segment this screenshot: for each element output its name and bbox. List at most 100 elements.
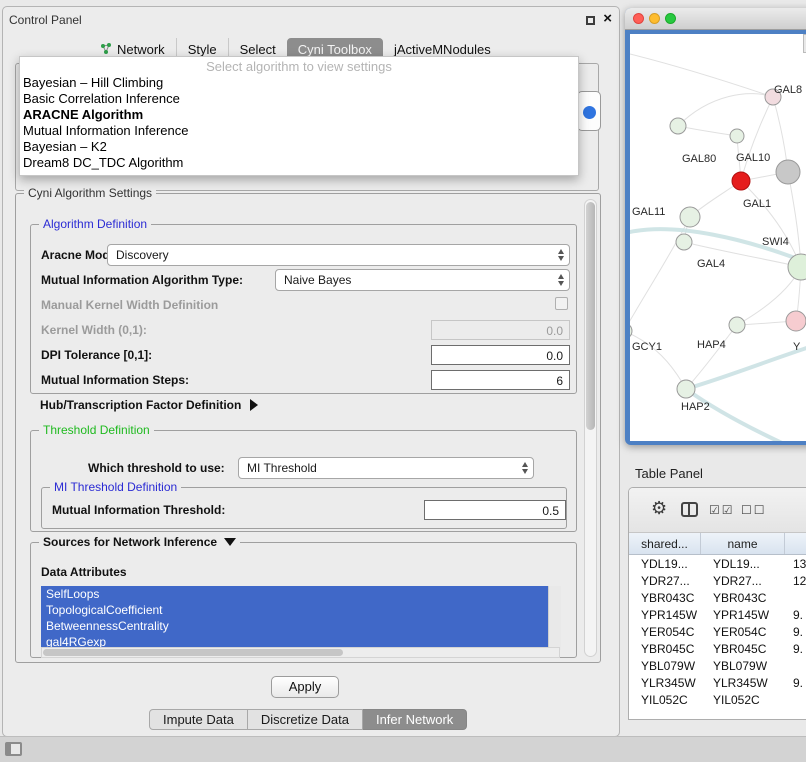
- algorithm-help-button[interactable]: [577, 91, 601, 131]
- network-node-selected[interactable]: [732, 172, 750, 190]
- node-label: GAL8: [774, 84, 802, 96]
- algorithm-option[interactable]: Bayesian – Hill Climbing: [20, 75, 578, 91]
- algorithm-option[interactable]: Bayesian – K2: [20, 139, 578, 155]
- float-panel-icon[interactable]: [586, 16, 595, 25]
- attributes-vertical-scrollbar[interactable]: [548, 586, 561, 650]
- network-node[interactable]: [630, 323, 632, 339]
- network-node[interactable]: [776, 160, 800, 184]
- table-body: YDL19... YDL19... 13 YDR27... YDR27... 1…: [629, 555, 806, 708]
- aracne-mode-select[interactable]: Discovery: [107, 244, 570, 266]
- cyni-algorithm-settings-group: Cyni Algorithm Settings Algorithm Defini…: [15, 193, 601, 663]
- network-node[interactable]: [677, 380, 695, 398]
- attribute-item-selected[interactable]: BetweennessCentrality: [41, 618, 548, 634]
- control-panel-window: Control Panel × Network Style Select Cyn…: [2, 6, 620, 737]
- settings-group-title: Cyni Algorithm Settings: [24, 186, 156, 200]
- cell-shared: YPR145W: [629, 606, 701, 623]
- restore-panel-icon[interactable]: [5, 742, 22, 756]
- zoom-window-icon[interactable]: [665, 13, 676, 24]
- tab-discretize-data[interactable]: Discretize Data: [248, 709, 363, 730]
- mi-threshold-label: Mutual Information Threshold:: [52, 503, 225, 517]
- network-node[interactable]: [786, 311, 806, 331]
- tab-impute-data[interactable]: Impute Data: [149, 709, 248, 730]
- table-row[interactable]: YLR345W YLR345W 9.: [629, 674, 806, 691]
- combo-arrows-icon: [558, 274, 564, 286]
- column-header-shared[interactable]: shared...: [629, 533, 701, 554]
- sources-group: Sources for Network Inference Data Attri…: [30, 542, 577, 658]
- algorithm-option[interactable]: Mutual Information Inference: [20, 123, 578, 139]
- dpi-tolerance-input[interactable]: 0.0: [431, 345, 570, 365]
- algorithm-option-selected[interactable]: ARACNE Algorithm: [20, 107, 578, 123]
- mi-threshold-group: MI Threshold Definition Mutual Informati…: [41, 487, 567, 529]
- cell-value: 9.: [785, 674, 806, 691]
- close-panel-icon[interactable]: ×: [603, 10, 612, 27]
- network-node[interactable]: [730, 129, 744, 143]
- node-label: GAL1: [743, 198, 771, 210]
- cell-value: 9.: [785, 606, 806, 623]
- table-row[interactable]: YBL079W YBL079W: [629, 657, 806, 674]
- network-node[interactable]: [729, 317, 745, 333]
- column-header-name[interactable]: name: [701, 533, 785, 554]
- algorithm-definition-group: Algorithm Definition Aracne Mode: Discov…: [30, 224, 577, 394]
- cell-value: [785, 657, 806, 674]
- scrollbar-thumb[interactable]: [586, 202, 595, 430]
- cell-name: YBR043C: [701, 589, 785, 606]
- data-attributes-list: SelfLoops TopologicalCoefficient Between…: [41, 586, 561, 650]
- tab-label: Cyni Toolbox: [298, 42, 372, 57]
- cell-name: YBL079W: [701, 657, 785, 674]
- sources-group-title[interactable]: Sources for Network Inference: [39, 535, 240, 549]
- cell-shared: YDL19...: [629, 555, 701, 572]
- table-row[interactable]: YDL19... YDL19... 13: [629, 555, 806, 572]
- cell-shared: YBL079W: [629, 657, 701, 674]
- apply-button[interactable]: Apply: [271, 676, 339, 698]
- table-header: shared... name: [629, 533, 806, 555]
- combo-arrows-icon: [522, 462, 528, 474]
- scrollbar-thumb[interactable]: [43, 649, 343, 656]
- table-row[interactable]: YER054C YER054C 9.: [629, 623, 806, 640]
- settings-scrollbar[interactable]: [584, 199, 597, 657]
- minimize-window-icon[interactable]: [649, 13, 660, 24]
- cell-shared: YIL052C: [629, 691, 701, 708]
- cell-name: YIL052C: [701, 691, 785, 708]
- tab-label: Network: [117, 42, 165, 57]
- node-label: HAP4: [697, 339, 726, 351]
- collapse-arrow-icon[interactable]: [224, 538, 236, 546]
- gear-icon[interactable]: ⚙: [651, 498, 667, 519]
- mi-threshold-input[interactable]: 0.5: [424, 500, 566, 520]
- network-node[interactable]: [680, 207, 700, 227]
- node-label: HAP2: [681, 401, 710, 413]
- network-canvas[interactable]: GAL8 GAL80 GAL10 GAL1 GAL11 SWI4 GAL4 GC…: [630, 34, 806, 441]
- algorithm-option[interactable]: Dream8 DC_TDC Algorithm: [20, 155, 578, 171]
- attribute-item-selected[interactable]: SelfLoops: [41, 586, 548, 602]
- which-threshold-select[interactable]: MI Threshold: [238, 457, 534, 479]
- node-label: GAL11: [632, 206, 665, 218]
- table-row[interactable]: YBR043C YBR043C: [629, 589, 806, 606]
- network-window-titlebar[interactable]: [625, 8, 806, 30]
- close-window-icon[interactable]: [633, 13, 644, 24]
- hub-definition-section[interactable]: Hub/Transcription Factor Definition: [40, 398, 258, 412]
- deselect-all-icon[interactable]: ☐☐: [741, 503, 767, 517]
- network-node[interactable]: [670, 118, 686, 134]
- kernel-width-label: Kernel Width (0,1):: [41, 323, 147, 337]
- mi-algorithm-type-select[interactable]: Naive Bayes: [275, 269, 570, 291]
- attributes-horizontal-scrollbar[interactable]: [41, 647, 560, 658]
- columns-icon[interactable]: [681, 502, 698, 517]
- cell-name: YDR27...: [701, 572, 785, 589]
- column-header-3[interactable]: [785, 533, 806, 554]
- attribute-item-selected[interactable]: TopologicalCoefficient: [41, 602, 548, 618]
- network-node[interactable]: [676, 234, 692, 250]
- table-row[interactable]: YBR045C YBR045C 9.: [629, 640, 806, 657]
- tab-infer-network[interactable]: Infer Network: [363, 709, 467, 730]
- table-row[interactable]: YIL052C YIL052C: [629, 691, 806, 708]
- table-row[interactable]: YDR27... YDR27... 12: [629, 572, 806, 589]
- cell-shared: YBR045C: [629, 640, 701, 657]
- which-threshold-label: Which threshold to use:: [88, 461, 225, 475]
- manual-kernel-width-checkbox[interactable]: [555, 297, 568, 310]
- info-icon: [583, 106, 596, 119]
- mi-steps-input[interactable]: 6: [431, 370, 570, 390]
- algorithm-option[interactable]: Basic Correlation Inference: [20, 91, 578, 107]
- node-label: GAL10: [736, 152, 770, 164]
- table-row[interactable]: YPR145W YPR145W 9.: [629, 606, 806, 623]
- select-all-icon[interactable]: ☑☑: [709, 503, 735, 517]
- kernel-width-input[interactable]: 0.0: [431, 320, 570, 340]
- expand-arrow-icon[interactable]: [250, 399, 258, 411]
